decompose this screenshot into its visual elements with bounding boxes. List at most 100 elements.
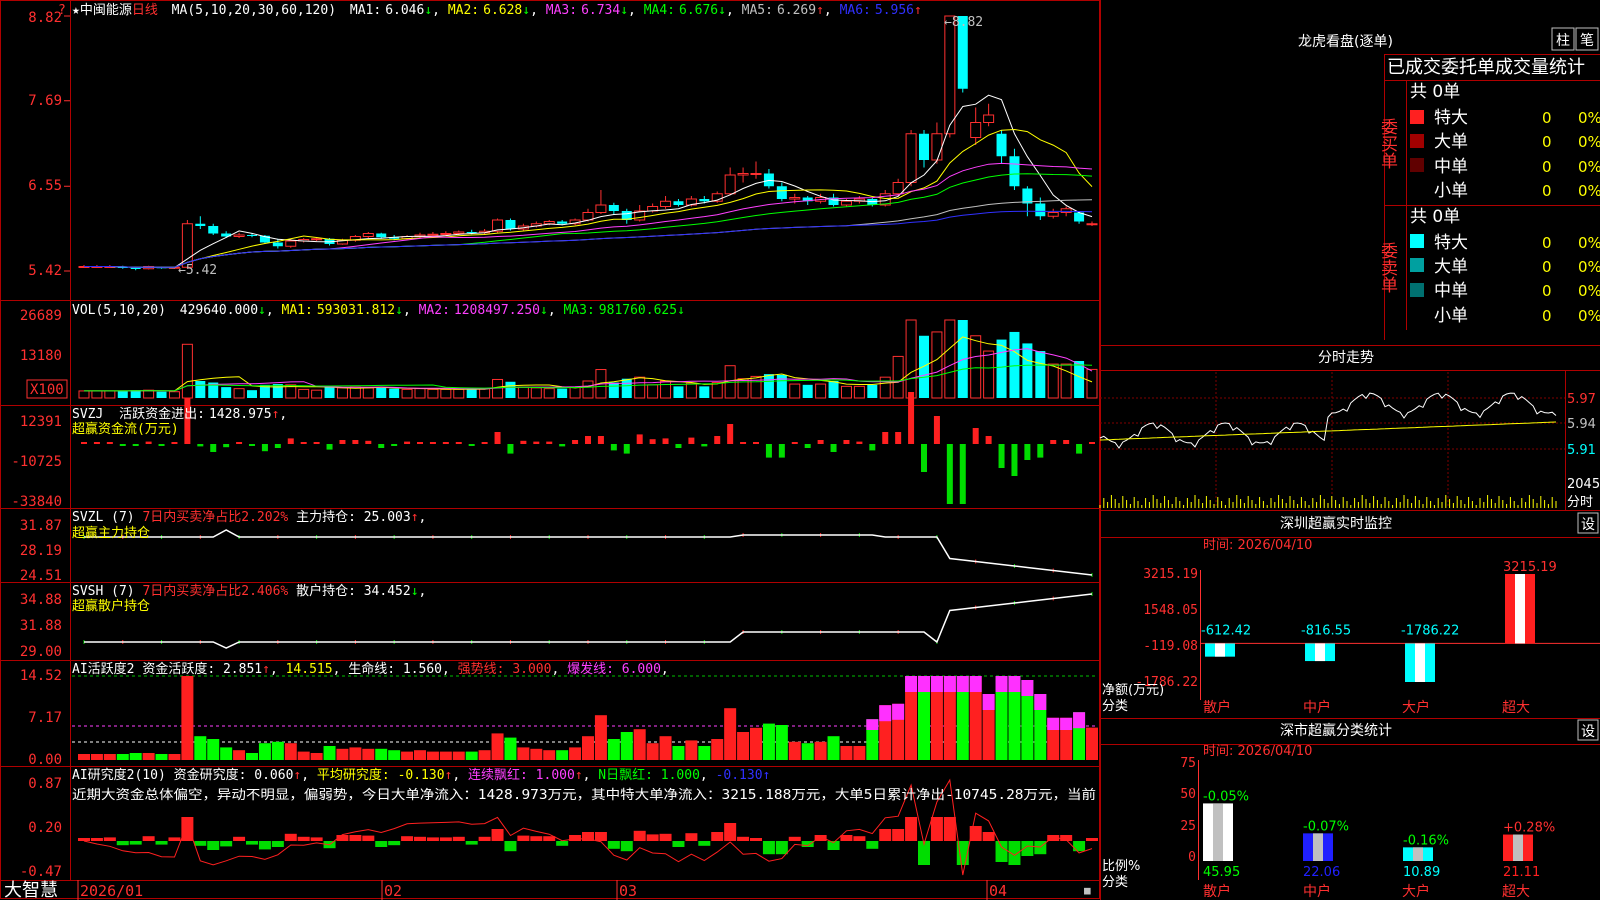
activity-bar: [620, 732, 633, 760]
activity-bar: [284, 743, 297, 760]
activity-bar: [607, 739, 620, 760]
activity-bar: [349, 747, 362, 760]
research-bar: [607, 841, 620, 849]
activity-bar: [439, 751, 452, 760]
volume-bar: [414, 388, 426, 399]
svg-text:小单: 小单: [1434, 306, 1468, 326]
warning-marker[interactable]: ?: [58, 3, 66, 18]
main-chart-panel[interactable]: 8.82 7.69 6.55 5.42 26689 13180 12391 -1…: [0, 0, 1600, 900]
candlestick-series: [78, 15, 1098, 271]
svzj-bar: [688, 437, 695, 444]
activity-bar: [594, 715, 607, 760]
activity-bar: [659, 736, 672, 760]
svzj-bar: [404, 441, 411, 444]
candle-body: [247, 235, 257, 236]
svzl-tick: 31.87: [20, 518, 62, 534]
activity-bar: [775, 725, 788, 760]
volume-bar: [530, 387, 542, 399]
svg-text:设: 设: [1581, 724, 1595, 740]
research-bar: [685, 833, 698, 841]
activity-bar-top: [1073, 712, 1086, 729]
brand-logo[interactable]: 大智慧: [4, 880, 58, 900]
act-tick: 14.52: [20, 668, 62, 684]
volume-bar: [479, 388, 491, 399]
activity-bar: [142, 753, 155, 760]
volume-bar: [1035, 351, 1046, 398]
volume-bar: [336, 387, 348, 399]
svzj-bar: [197, 444, 204, 447]
svg-text:特大: 特大: [1434, 233, 1468, 253]
stats-bar-change: +0.28%: [1503, 821, 1555, 836]
activity-bar: [737, 732, 750, 760]
svzl-tick: 24.51: [20, 568, 62, 584]
svzj-bar: [1063, 440, 1070, 444]
activity-bar-top: [930, 676, 943, 692]
lock-icon[interactable]: ■: [1084, 884, 1091, 897]
right-panel: 龙虎看盘(逐单) 柱 笔 已成交委托单成交量统计 委买单 共 0单 特大 0 0…: [1099, 27, 1600, 900]
activity-bar: [426, 751, 439, 760]
candle-body: [505, 220, 516, 229]
research-bar: [1073, 841, 1086, 852]
volume-bars: [78, 319, 1098, 399]
volume-bar: [143, 389, 155, 399]
monitor-bar-highlight: [1515, 574, 1525, 644]
research-bar: [258, 841, 271, 850]
svzj-bar: [352, 440, 359, 444]
monitor-bar: [1205, 643, 1235, 657]
research-bar: [853, 836, 866, 841]
intraday-price-line: [1099, 392, 1557, 449]
svzj-bar: [145, 441, 152, 444]
svzj-bar: [585, 436, 591, 444]
svzl-legend: SVZL (7) 7日内买卖净占比2.202% 主力持仓: 25.003↑,: [72, 509, 426, 525]
volume-bar: [569, 386, 581, 399]
candle-body: [970, 122, 982, 138]
research-bar: [439, 837, 452, 841]
act-tick: 0.00: [28, 752, 62, 768]
activity-bar: [103, 754, 116, 760]
research-bar: [633, 830, 646, 841]
activity-bar: [465, 751, 478, 760]
series-line: [84, 529, 1093, 576]
volume-bar: [272, 384, 283, 398]
svzj-bar: [287, 438, 294, 444]
candle-body: [905, 133, 917, 183]
candle-body: [750, 173, 762, 175]
svzj-bar: [946, 444, 953, 504]
candle-body: [919, 133, 929, 160]
research-bar: [750, 838, 762, 841]
research-bar: [762, 841, 775, 855]
svzj-bar: [908, 392, 915, 444]
svzj-tick: 12391: [20, 414, 62, 430]
candle-body: [660, 200, 672, 207]
volume-bar: [453, 388, 465, 399]
activity-bar: [375, 748, 388, 760]
activity-bar: [336, 748, 349, 760]
volume-bar: [828, 381, 839, 398]
res-tick: 0.87: [28, 776, 62, 792]
intraday-lines: [1099, 392, 1557, 508]
svg-text:0%: 0%: [1578, 133, 1600, 151]
volume-bar: [247, 390, 257, 398]
ai-res-summary: 近期大资金总体偏空，异动不明显，偏弱势，今日大单净流入：1428.973万元，其…: [72, 787, 1096, 803]
svzj-bar: [791, 442, 798, 444]
candle-body: [983, 114, 995, 123]
x-tick: 04: [989, 882, 1007, 900]
volume-bar: [311, 389, 323, 399]
research-bar: [879, 829, 892, 841]
svzj-bar: [429, 442, 436, 444]
price-tick: 6.55: [28, 178, 62, 194]
svg-text:3215.19: 3215.19: [1143, 567, 1198, 582]
candle-body: [362, 233, 374, 237]
stats-bar: [1403, 847, 1433, 861]
candle-body: [776, 186, 787, 199]
buy-side-label: 委买单: [1377, 118, 1398, 169]
research-bar: [620, 841, 633, 852]
research-bar: [724, 823, 737, 841]
activity-bar: [168, 754, 181, 760]
svg-text:0: 0: [1542, 258, 1552, 276]
activity-bar-top: [1008, 676, 1021, 692]
svsh-tick: 29.00: [20, 644, 62, 660]
research-bar: [233, 836, 246, 841]
svg-text:1548.05: 1548.05: [1143, 603, 1198, 618]
svzl-sub: 超赢主力持仓: [72, 525, 150, 541]
